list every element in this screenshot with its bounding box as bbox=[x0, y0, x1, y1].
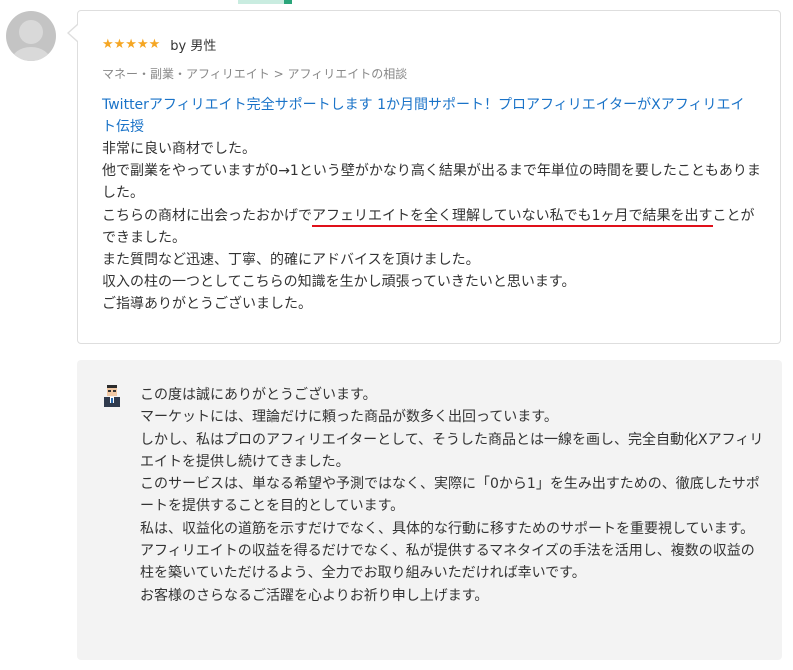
seller-reply-card: この度は誠にありがとうございます。 マーケットには、理論だけに頼った商品が数多く… bbox=[77, 360, 782, 660]
review-line: 他で副業をやっていますが0→1という壁がかなり高く結果が出るまで年単位の時間を要… bbox=[102, 163, 761, 202]
seller-avatar-icon bbox=[104, 385, 120, 407]
reply-line: この度は誠にありがとうございます。 bbox=[140, 387, 377, 403]
rating-row: ★★★★★ by 男性 bbox=[102, 35, 217, 54]
review-text-before: こちらの商材に出会ったおかげで bbox=[102, 207, 312, 224]
review-line: 収入の柱の一つとしてこちらの知識を生かし頑張っていきたいと思います。 bbox=[102, 274, 576, 291]
avatar-head bbox=[19, 20, 43, 44]
service-title-link[interactable]: Twitterアフィリエイト完全サポートします 1か月間サポート！プロアフィリエ… bbox=[102, 94, 757, 138]
review-card: ★★★★★ by 男性 マネー・副業・アフィリエイト > アフィリエイトの相談 … bbox=[77, 10, 781, 344]
reviewer-gender: by 男性 bbox=[170, 38, 217, 54]
avatar-body bbox=[11, 47, 51, 61]
reply-line: このサービスは、単なる希望や予測ではなく、実際に「0から1」を生み出すための、徹… bbox=[140, 476, 760, 515]
reply-line: しかし、私はプロのアフィリエイターとして、そうした商品とは一線を画し、完全自動化… bbox=[140, 431, 764, 470]
reply-line: マーケットには、理論だけに頼った商品が数多く出回っています。 bbox=[140, 409, 558, 426]
highlighted-phrase: アフェリエイトを全く理解していない私でも1ヶ月で結果を出す bbox=[312, 207, 713, 227]
review-line: また質問など迅速、丁寧、的確にアドバイスを頂けました。 bbox=[102, 252, 480, 269]
category-breadcrumb: マネー・副業・アフィリエイト > アフィリエイトの相談 bbox=[102, 67, 408, 81]
review-text: 非常に良い商材でした。 他で副業をやっていますが0→1という壁がかなり高く結果が… bbox=[102, 138, 762, 316]
star-rating-icon: ★★★★★ bbox=[102, 36, 161, 52]
review-line: 非常に良い商材でした。 bbox=[102, 141, 256, 157]
bubble-tail-inner bbox=[69, 25, 78, 41]
reviewer-avatar bbox=[6, 11, 56, 61]
reply-line: アフィリエイトの収益を得るだけでなく、私が提供するマネタイズの手法を活用し、複数… bbox=[140, 543, 755, 582]
review-line: ご指導ありがとうございました。 bbox=[102, 296, 312, 313]
top-tab-indicator-active bbox=[284, 0, 292, 4]
seller-reply-text: この度は誠にありがとうございます。 マーケットには、理論だけに頼った商品が数多く… bbox=[140, 384, 765, 607]
reply-line: 私は、収益化の道筋を示すだけでなく、具体的な行動に移すためのサポートを重要視して… bbox=[140, 520, 755, 537]
top-tab-indicator bbox=[238, 0, 284, 4]
reply-line: お客様のさらなるご活躍を心よりお祈り申し上げます。 bbox=[140, 587, 489, 604]
review-line-highlighted: こちらの商材に出会ったおかげでアフェリエイトを全く理解していない私でも1ヶ月で結… bbox=[102, 205, 762, 249]
